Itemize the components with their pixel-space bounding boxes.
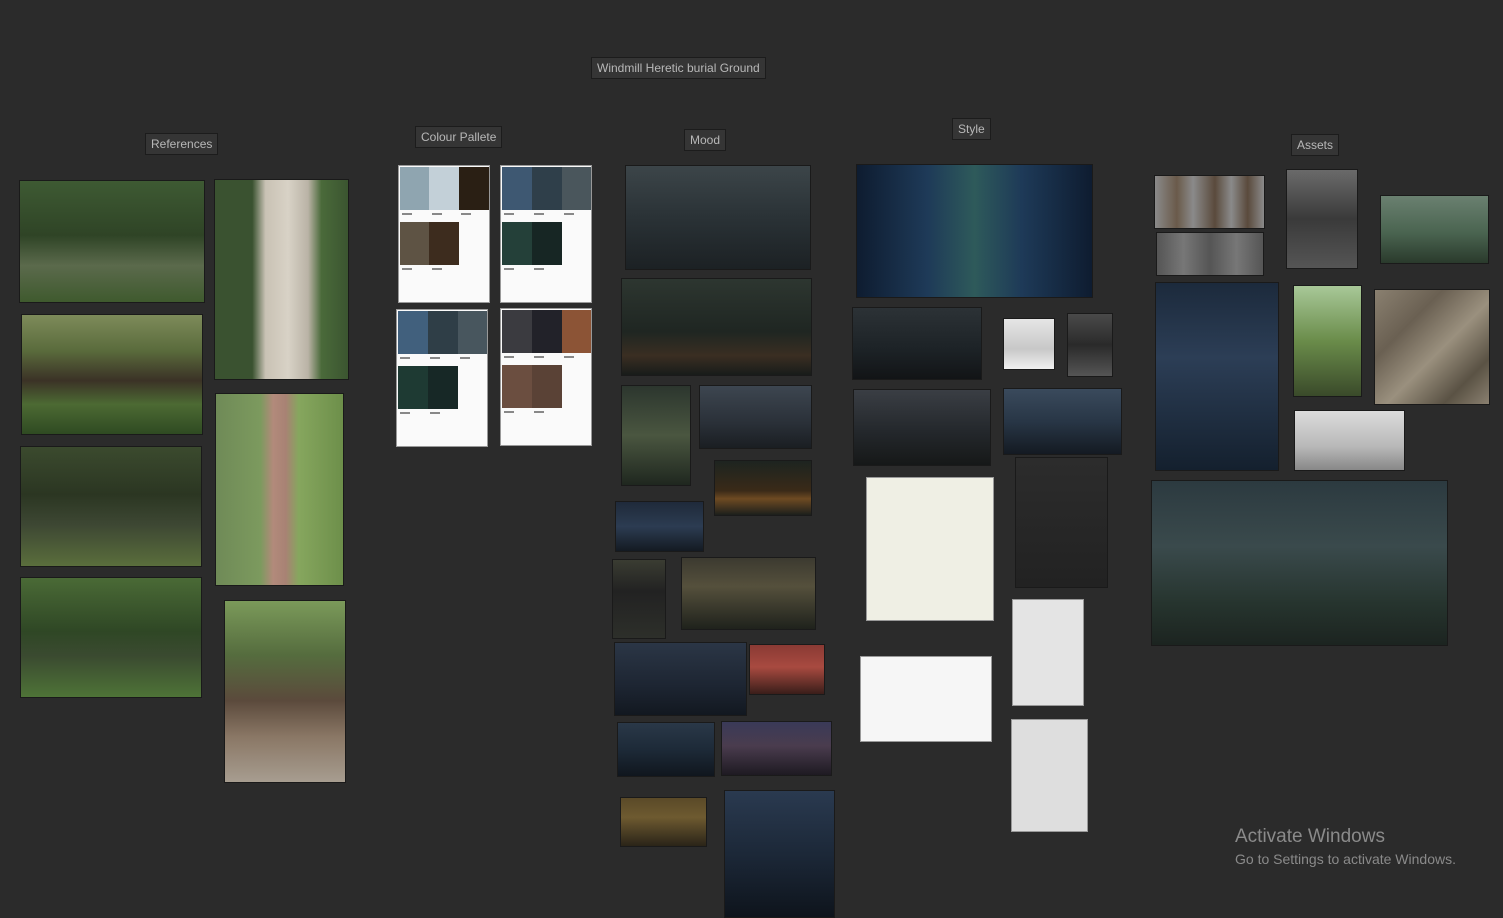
palette-1-caption <box>432 268 442 270</box>
colour-palette-4[interactable] <box>500 308 592 446</box>
palette-2-swatch-5 <box>532 222 562 265</box>
mood-image-7[interactable] <box>612 559 666 639</box>
palette-4-caption <box>504 356 514 358</box>
label-style[interactable]: Style <box>952 118 991 140</box>
style-image-3[interactable] <box>853 389 991 466</box>
palette-3-caption <box>460 357 470 359</box>
palette-2-swatch-2 <box>532 167 562 210</box>
reference-image-graveyard-trees[interactable] <box>20 446 202 567</box>
style-image-creature-sketch[interactable] <box>866 477 994 621</box>
mood-image-11[interactable] <box>617 722 715 777</box>
palette-1-swatch-2 <box>429 167 459 210</box>
style-image-crow[interactable] <box>1067 313 1113 377</box>
palette-4-swatch-5 <box>532 365 562 408</box>
palette-3-caption <box>430 357 440 359</box>
mood-image-3[interactable] <box>621 385 691 486</box>
style-image-lanterns[interactable] <box>1015 457 1108 588</box>
palette-1-swatch-3 <box>459 167 489 210</box>
asset-image-shrine[interactable] <box>1155 282 1279 471</box>
label-assets[interactable]: Assets <box>1291 134 1340 156</box>
mood-image-14[interactable] <box>724 790 835 918</box>
palette-2-swatch-3 <box>562 167 591 210</box>
style-image-crow-sketch[interactable] <box>1011 719 1088 832</box>
activate-windows-title: Activate Windows <box>1235 826 1385 847</box>
mood-image-9[interactable] <box>614 642 747 716</box>
palette-3-caption <box>400 357 410 359</box>
asset-image-windmill-cross[interactable] <box>1380 195 1489 264</box>
palette-3-caption <box>430 412 440 414</box>
palette-1-caption <box>402 268 412 270</box>
label-colour-pallete[interactable]: Colour Pallete <box>415 126 503 148</box>
activate-windows-subtitle: Go to Settings to activate Windows. <box>1235 851 1456 867</box>
palette-4-swatch-2 <box>532 310 562 353</box>
asset-image-twisted-tree[interactable] <box>1293 285 1362 397</box>
palette-3-swatch-5 <box>428 366 458 409</box>
colour-palette-1[interactable] <box>398 165 490 303</box>
palette-2-swatch-4 <box>502 222 532 265</box>
asset-image-tombstones[interactable] <box>1156 232 1264 276</box>
palette-1-caption <box>402 213 412 215</box>
asset-image-cobblestone-texture[interactable] <box>1374 289 1490 405</box>
reference-image-obelisk[interactable] <box>215 393 344 586</box>
palette-2-caption <box>534 213 544 215</box>
reference-image-iron-fence-grave[interactable] <box>21 314 203 435</box>
mood-image-6[interactable] <box>615 501 704 552</box>
reference-image-overgrown-graves[interactable] <box>20 577 202 698</box>
colour-palette-2[interactable] <box>500 165 592 303</box>
reference-image-graveyard-1[interactable] <box>19 180 205 303</box>
palette-1-swatch-1 <box>400 167 429 210</box>
label-references[interactable]: References <box>145 133 219 155</box>
colour-palette-3[interactable] <box>396 309 488 447</box>
palette-1-swatch-4 <box>400 222 429 265</box>
palette-2-caption <box>504 268 514 270</box>
reference-image-tree-roots[interactable] <box>224 600 346 783</box>
mood-image-2[interactable] <box>621 278 812 376</box>
palette-4-caption <box>564 356 574 358</box>
mood-image-13[interactable] <box>620 797 707 847</box>
palette-4-caption <box>534 356 544 358</box>
palette-3-swatch-3 <box>458 311 487 354</box>
reference-image-monument-spire[interactable] <box>214 179 349 380</box>
palette-2-swatch-1 <box>502 167 532 210</box>
asset-image-coffins[interactable] <box>1154 175 1265 229</box>
style-image-bird-creature[interactable] <box>1012 599 1084 706</box>
mood-image-5[interactable] <box>714 460 812 516</box>
style-image-cathedral[interactable] <box>856 164 1093 298</box>
palette-2-caption <box>534 268 544 270</box>
palette-3-caption <box>400 412 410 414</box>
palette-1-caption <box>432 213 442 215</box>
palette-4-swatch-1 <box>502 310 532 353</box>
palette-1-swatch-5 <box>429 222 459 265</box>
style-image-4[interactable] <box>1003 388 1122 455</box>
style-image-beast-sketch[interactable] <box>860 656 992 742</box>
mood-image-8[interactable] <box>681 557 816 630</box>
palette-4-caption <box>504 411 514 413</box>
palette-3-swatch-4 <box>398 366 428 409</box>
palette-1-caption <box>461 213 471 215</box>
palette-3-swatch-1 <box>398 311 428 354</box>
mood-image-12[interactable] <box>721 721 832 776</box>
asset-image-raven[interactable] <box>1286 169 1358 269</box>
palette-2-caption <box>504 213 514 215</box>
palette-3-swatch-2 <box>428 311 458 354</box>
mood-image-10[interactable] <box>749 644 825 695</box>
palette-4-swatch-3 <box>562 310 591 353</box>
palette-4-swatch-4 <box>502 365 532 408</box>
mood-image-1[interactable] <box>625 165 811 270</box>
label-mood[interactable]: Mood <box>684 129 727 151</box>
palette-4-caption <box>534 411 544 413</box>
board-title[interactable]: Windmill Heretic burial Ground <box>591 57 766 79</box>
asset-image-graveyard-scene[interactable] <box>1151 480 1448 646</box>
asset-image-iron-fence[interactable] <box>1294 410 1405 471</box>
mood-image-4[interactable] <box>699 385 812 449</box>
palette-2-caption <box>564 213 574 215</box>
style-image-2[interactable] <box>852 307 982 380</box>
style-image-skull-sketch[interactable] <box>1003 318 1055 370</box>
